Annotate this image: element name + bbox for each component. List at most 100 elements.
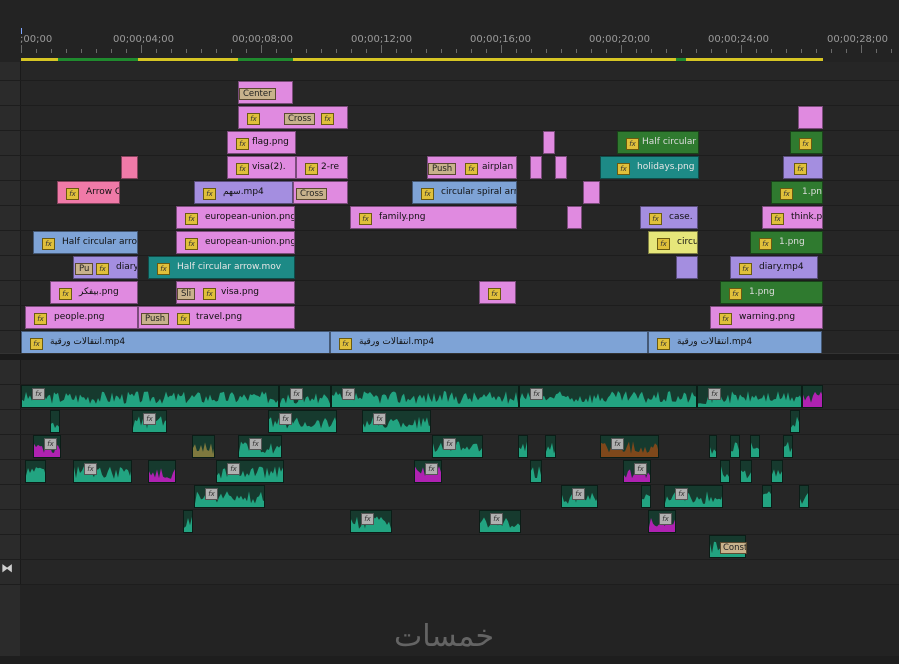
clip-eu2[interactable]: fx european-union.png (176, 231, 295, 254)
track-header[interactable] (0, 281, 21, 305)
audio-clip[interactable] (530, 460, 542, 483)
audio-clip[interactable] (183, 510, 193, 533)
clip-2re[interactable]: fx 2-re (296, 156, 348, 179)
track-header[interactable] (0, 535, 21, 559)
audio-clip[interactable] (740, 460, 752, 483)
audio-clip[interactable] (518, 435, 528, 458)
timeline-scrollbar[interactable] (0, 656, 899, 664)
clip-diary-mp4[interactable]: fx diary.mp4 (730, 256, 818, 279)
audio-clip[interactable] (790, 410, 800, 433)
audio-clip[interactable]: fx (432, 435, 483, 458)
clip-flag[interactable]: fx flag.png (227, 131, 296, 154)
clip-green-small[interactable]: fx (790, 131, 823, 154)
clip-family[interactable]: fx family.png (350, 206, 517, 229)
clip-1png-a[interactable]: fx 1.png (750, 231, 823, 254)
audio-clip[interactable]: fx (561, 485, 598, 508)
clip-cross-b[interactable]: Cross (293, 181, 348, 204)
audio-clip[interactable]: fx (268, 410, 337, 433)
audio-clip[interactable]: fx (362, 410, 431, 433)
clip-1png-b[interactable]: fx 1.png (720, 281, 823, 304)
audio-clip[interactable]: fx (216, 460, 284, 483)
track-header[interactable] (0, 331, 21, 355)
clip-half-circular-arro[interactable]: fx Half circular arro (33, 231, 138, 254)
constant-power-transition[interactable]: Consta (720, 542, 747, 554)
transition-cross[interactable]: Cross (284, 113, 316, 125)
video-track[interactable] (0, 62, 899, 81)
clip-rose-small[interactable] (121, 156, 138, 179)
audio-clip[interactable]: fx (132, 410, 167, 433)
clip-warning[interactable]: fx warning.png (710, 306, 823, 329)
clip-pink-small[interactable] (583, 181, 600, 204)
track-header[interactable] (0, 306, 21, 330)
audio-clip[interactable]: fx (73, 460, 132, 483)
clip-pink-small[interactable]: fx (479, 281, 516, 304)
clip-think[interactable]: fx think.p (762, 206, 823, 229)
track-header[interactable] (0, 360, 21, 384)
track-header[interactable] (0, 460, 21, 484)
clip-pink-small[interactable] (530, 156, 542, 179)
video-track[interactable] (0, 106, 899, 131)
track-header[interactable] (0, 385, 21, 409)
track-header[interactable] (0, 62, 21, 80)
clip-fx[interactable]: fx fx Cross (238, 106, 348, 129)
audio-clip[interactable]: fx (331, 385, 519, 408)
audio-clip[interactable]: fx (697, 385, 802, 408)
audio-clip[interactable] (799, 485, 809, 508)
audio-clip[interactable]: fx (600, 435, 659, 458)
audio-clip[interactable] (545, 435, 556, 458)
transition-push[interactable]: Pu (75, 263, 94, 275)
audio-clip[interactable] (709, 435, 717, 458)
clip-1pn[interactable]: fx 1.pn (771, 181, 823, 204)
clip-violet-small[interactable] (676, 256, 698, 279)
audio-clip[interactable]: fx (414, 460, 442, 483)
work-area-bar[interactable] (21, 58, 823, 61)
time-ruler[interactable]: ;00;00 00;00;04;00 00;00;08;00 00;00;12;… (0, 28, 899, 62)
audio-clip[interactable] (783, 435, 793, 458)
playhead[interactable] (21, 28, 22, 34)
audio-clip[interactable]: fx (664, 485, 723, 508)
transition-slide[interactable]: Sli (177, 288, 196, 300)
clip-half-circular[interactable]: fx Half circular (617, 131, 699, 154)
clip-bifkr[interactable]: fx بيفكر.png (50, 281, 138, 304)
clip-holidays[interactable]: fx holidays.png (600, 156, 699, 179)
audio-clip[interactable] (802, 385, 823, 408)
audio-clip[interactable] (50, 410, 60, 433)
clip-pink-small[interactable] (555, 156, 567, 179)
track-header[interactable] (0, 485, 21, 509)
transition-center[interactable]: Center (239, 88, 276, 100)
audio-track[interactable] (0, 360, 899, 385)
clip-center[interactable]: Center (238, 81, 293, 104)
track-header[interactable] (0, 131, 21, 155)
transition-push[interactable]: Push (141, 313, 170, 325)
audio-clip[interactable]: fx (519, 385, 697, 408)
clip-circular-spiral[interactable]: fx circular spiral arro (412, 181, 517, 204)
clip-pink-small[interactable] (543, 131, 555, 154)
audio-clip[interactable] (25, 460, 46, 483)
audio-clip[interactable]: fx (279, 385, 331, 408)
audio-track[interactable] (0, 460, 899, 485)
video-track[interactable] (0, 81, 899, 106)
audio-track[interactable] (0, 510, 899, 535)
clip-visa2[interactable]: fx visa(2). (227, 156, 296, 179)
audio-clip[interactable]: fx (194, 485, 265, 508)
audio-clip[interactable] (720, 460, 730, 483)
track-header[interactable] (0, 510, 21, 534)
transition-push[interactable]: Push (428, 163, 457, 175)
audio-track[interactable] (0, 560, 899, 585)
audio-clip[interactable] (771, 460, 783, 483)
clip-sahm[interactable]: fx سهم.mp4 (194, 181, 293, 204)
audio-clip[interactable]: fx (623, 460, 651, 483)
audio-clip[interactable]: fx (21, 385, 279, 408)
audio-clip[interactable]: fx (350, 510, 392, 533)
track-header[interactable] (0, 256, 21, 280)
audio-clip[interactable] (730, 435, 740, 458)
clip-arrow-c[interactable]: fx Arrow C (57, 181, 120, 204)
clip-circu[interactable]: fx circu (648, 231, 698, 254)
track-header[interactable] (0, 435, 21, 459)
audio-clip[interactable] (148, 460, 176, 483)
audio-clip[interactable] (750, 435, 760, 458)
zoom-handle-icon[interactable]: ⧓ (1, 561, 13, 575)
clip-airplan[interactable]: Push fx airplan (427, 156, 517, 179)
audio-clip[interactable]: fx (33, 435, 61, 458)
audio-clip[interactable] (641, 485, 651, 508)
